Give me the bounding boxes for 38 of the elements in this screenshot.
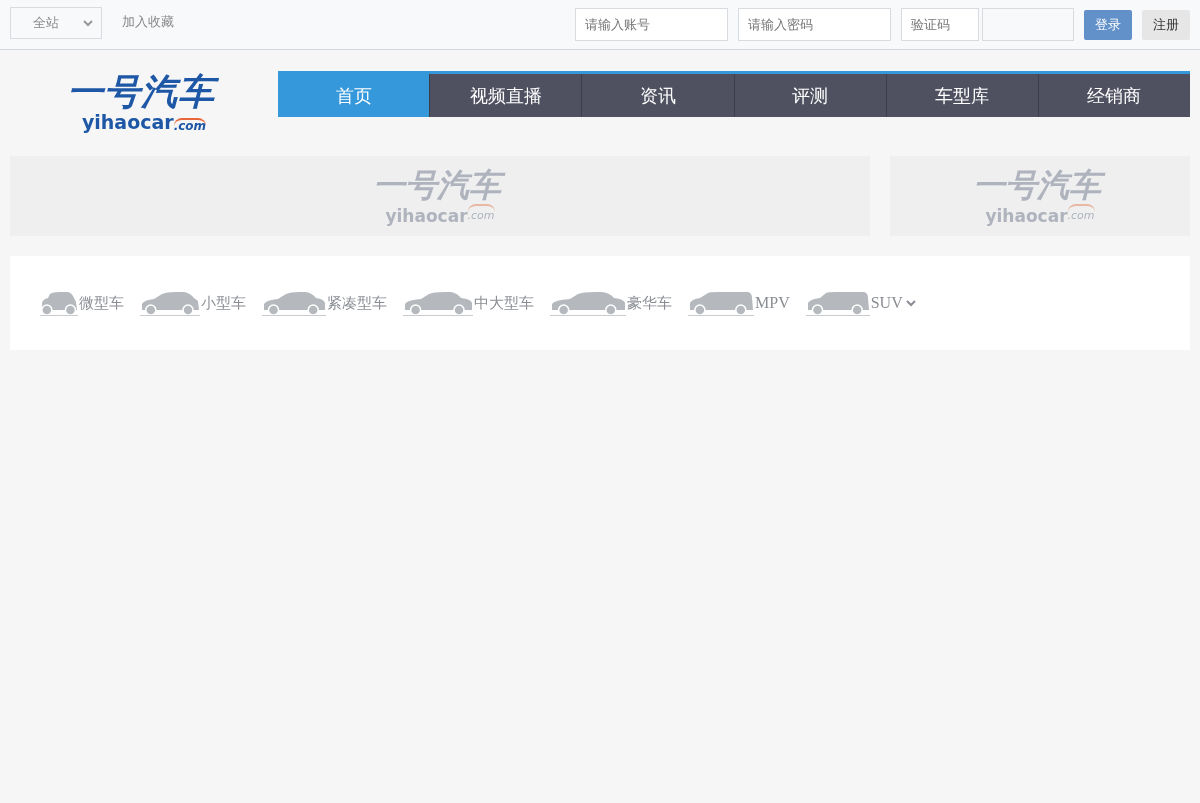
logo-title: 一号汽车: [67, 72, 221, 112]
car-icon: [140, 290, 200, 316]
chevron-icon: [905, 299, 916, 307]
logo-domain-suffix: .com: [173, 118, 207, 132]
banner-logo-suffix: .com: [467, 204, 495, 226]
car-icon: [550, 290, 626, 316]
nav-tab[interactable]: 评测: [733, 74, 886, 117]
site-select[interactable]: 全站: [10, 7, 102, 39]
car-icon: [688, 290, 754, 316]
car-icon: [403, 290, 473, 316]
car-type-link[interactable]: 小型车: [140, 290, 246, 316]
chevron-icon: [83, 19, 93, 27]
car-icon: [262, 290, 326, 316]
banner-logo-domain: yihaocar: [385, 206, 468, 226]
car-icon: [40, 290, 78, 316]
car-type-link[interactable]: 中大型车: [403, 290, 534, 316]
car-type-link[interactable]: 微型车: [40, 290, 124, 316]
car-icon: [805, 290, 870, 316]
banner-logo-suffix: .com: [1067, 204, 1095, 226]
register-button[interactable]: 注册: [1142, 9, 1190, 40]
account-field[interactable]: 请输入账号: [575, 8, 728, 41]
nav-tab[interactable]: 车型库: [885, 74, 1038, 117]
nav-tab[interactable]: 视频直播: [429, 74, 582, 117]
banner-logo-title: 一号汽车: [373, 166, 507, 204]
favorite-link[interactable]: 加入收藏: [122, 13, 174, 31]
nav-tab[interactable]: 经销商: [1037, 74, 1191, 117]
car-type-link[interactable]: 紧凑型车: [262, 290, 387, 316]
captcha-field[interactable]: 验证码: [901, 8, 979, 41]
login-button[interactable]: 登录: [1084, 9, 1132, 40]
car-type-link[interactable]: MPV: [688, 290, 790, 316]
nav-tab[interactable]: 资讯: [581, 74, 734, 117]
car-type-link[interactable]: SUV: [805, 290, 917, 316]
banner-logo-title: 一号汽车: [973, 166, 1107, 204]
car-type-link[interactable]: 豪华车: [550, 290, 672, 316]
nav-tab[interactable]: 首页: [278, 74, 430, 117]
password-field[interactable]: 请输入密码: [738, 8, 891, 41]
banner-logo-domain: yihaocar: [985, 206, 1068, 226]
logo-domain: yihaocar: [81, 112, 174, 132]
